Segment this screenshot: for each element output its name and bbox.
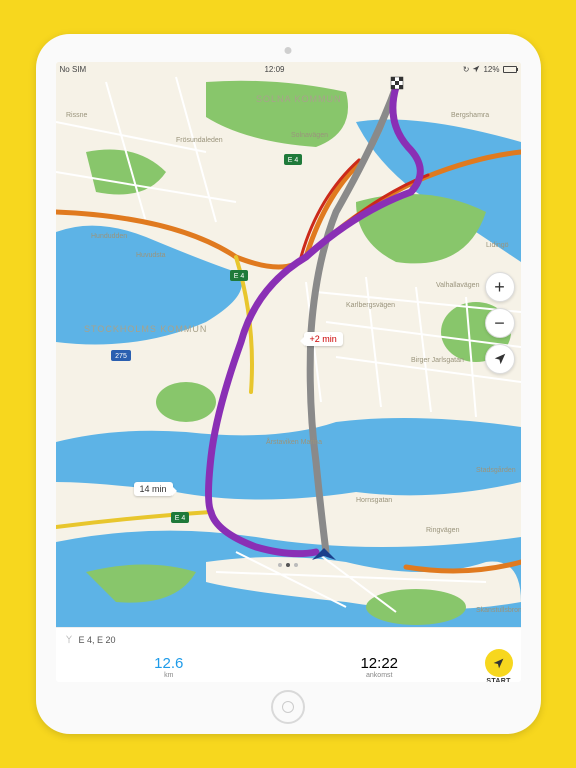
locate-button[interactable] <box>485 344 515 374</box>
destination-flag-icon <box>391 77 403 89</box>
svg-text:Birger Jarlsgatan: Birger Jarlsgatan <box>411 357 464 364</box>
map-svg: E 4 E 4 E 4 275 SOLNA KOMMUN STOCKHOLMS … <box>56 62 521 627</box>
svg-text:E 4: E 4 <box>287 157 298 164</box>
start-label: START <box>486 678 510 682</box>
svg-text:Ringvägen: Ringvägen <box>426 527 460 534</box>
svg-text:Skanstullsbron: Skanstullsbron <box>476 607 521 614</box>
svg-text:Huvudsta: Huvudsta <box>136 252 166 259</box>
location-arrow-icon <box>493 352 507 366</box>
map-canvas[interactable]: E 4 E 4 E 4 275 SOLNA KOMMUN STOCKHOLMS … <box>56 62 521 627</box>
park-centerw <box>156 382 216 422</box>
svg-text:Bergshamra: Bergshamra <box>451 112 489 119</box>
distance-unit: km <box>164 672 173 679</box>
svg-text:Karlbergsvägen: Karlbergsvägen <box>346 302 395 309</box>
alt-route-delta: +2 min <box>310 334 337 344</box>
park-seisland <box>366 589 466 625</box>
status-time: 12:09 <box>86 65 463 74</box>
svg-text:Solnavägen: Solnavägen <box>291 132 328 139</box>
home-button[interactable] <box>271 690 305 724</box>
sim-status: No SIM <box>60 65 87 74</box>
svg-text:275: 275 <box>115 353 127 360</box>
svg-text:Årstaviken Marina: Årstaviken Marina <box>266 437 322 446</box>
area-label-stockholm: STOCKHOLMS KOMMUN <box>84 324 207 334</box>
map-controls: + − <box>485 272 515 374</box>
screen: No SIM 12:09 ↻ 12% <box>56 62 521 682</box>
best-route-callout[interactable]: 14 min <box>134 482 173 496</box>
best-route-time: 14 min <box>140 484 167 494</box>
location-services-icon <box>472 65 480 73</box>
distance-block: 12.6 km <box>64 655 275 679</box>
distance-value: 12.6 <box>154 655 183 672</box>
eta-label: ankomst <box>366 672 392 679</box>
area-label-solna: SOLNA KOMMUN <box>256 94 342 104</box>
tablet-frame: No SIM 12:09 ↻ 12% <box>36 34 541 734</box>
battery-icon <box>503 66 517 73</box>
eta-value: 12:22 <box>360 655 398 672</box>
navigation-arrow-icon <box>492 657 505 670</box>
orientation-lock-icon: ↻ <box>463 65 470 74</box>
page-indicator <box>278 563 298 567</box>
start-button[interactable] <box>485 649 513 677</box>
camera-dot <box>285 47 292 54</box>
status-right: ↻ 12% <box>463 65 517 74</box>
svg-text:Hundudden: Hundudden <box>91 233 127 240</box>
svg-text:Hornsgatan: Hornsgatan <box>356 497 392 504</box>
battery-percent: 12% <box>483 65 499 74</box>
bottom-panel: E 4, E 20 12.6 km 12:22 ankomst START <box>56 627 521 682</box>
alt-route-callout[interactable]: +2 min <box>304 332 343 346</box>
svg-text:Valhallavägen: Valhallavägen <box>436 282 480 289</box>
svg-text:E 4: E 4 <box>233 273 244 280</box>
svg-text:E 4: E 4 <box>174 515 185 522</box>
start-block: START <box>485 649 513 682</box>
eta-block: 12:22 ankomst <box>274 655 485 679</box>
zoom-in-button[interactable]: + <box>485 272 515 302</box>
status-bar: No SIM 12:09 ↻ 12% <box>56 62 521 76</box>
zoom-out-button[interactable]: − <box>485 308 515 338</box>
svg-text:Frösundaleden: Frösundaleden <box>176 137 223 144</box>
panel-route-row[interactable]: E 4, E 20 <box>56 628 521 649</box>
minus-icon: − <box>494 313 505 334</box>
route-fork-icon <box>64 631 74 649</box>
svg-text:Rissne: Rissne <box>66 112 88 119</box>
plus-icon: + <box>494 277 505 298</box>
svg-text:Lidingö: Lidingö <box>486 242 509 249</box>
svg-text:Stadsgården: Stadsgården <box>476 466 516 474</box>
route-name: E 4, E 20 <box>79 635 116 645</box>
